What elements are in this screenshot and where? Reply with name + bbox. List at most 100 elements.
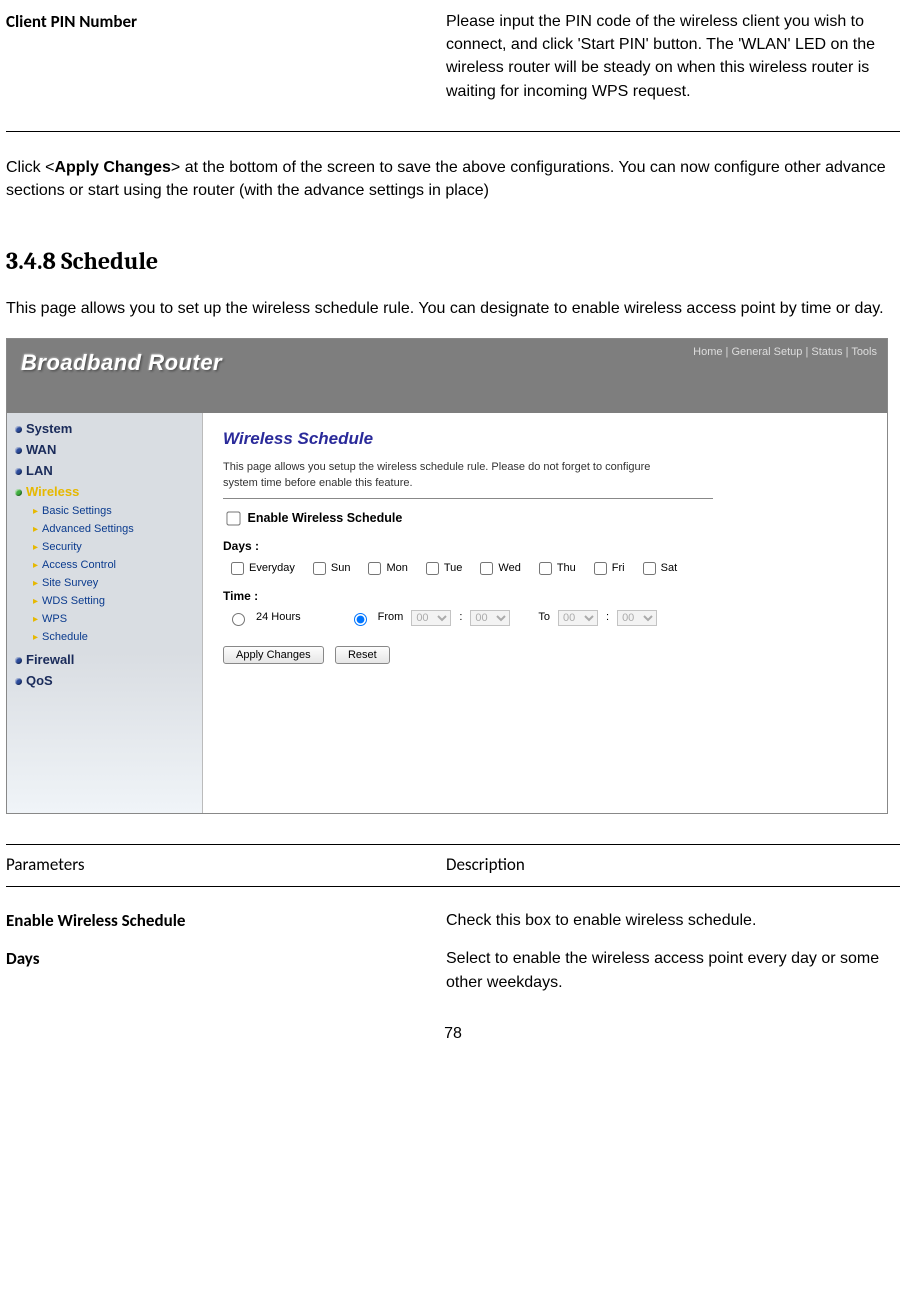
apply-changes-button[interactable]: Apply Changes <box>223 646 324 664</box>
param-desc: Check this box to enable wireless schedu… <box>446 909 900 934</box>
param-desc: Select to enable the wireless access poi… <box>446 947 900 993</box>
nav-sub-basic[interactable]: Basic Settings <box>33 503 202 521</box>
day-checkbox[interactable] <box>594 562 607 575</box>
param-row-days: Days Select to enable the wireless acces… <box>6 947 900 993</box>
nav-main: System WAN LAN Wireless Basic Settings A… <box>7 417 202 692</box>
day-label: Everyday <box>249 561 295 577</box>
nav-label: QoS <box>26 673 53 688</box>
nav-sub-access[interactable]: Access Control <box>33 557 202 575</box>
nav-item-lan[interactable]: LAN <box>15 461 202 482</box>
nav-item-firewall[interactable]: Firewall <box>15 650 202 671</box>
router-content: Wireless Schedule This page allows you s… <box>203 413 887 813</box>
from-min-select[interactable]: 00 <box>470 610 510 626</box>
day-label: Thu <box>557 561 576 577</box>
bullet-icon <box>15 678 22 685</box>
day-sun: Sun <box>309 559 351 578</box>
nav-sub-security[interactable]: Security <box>33 539 202 557</box>
day-label: Tue <box>444 561 463 577</box>
section-heading-schedule: 3.4.8 Schedule <box>6 244 900 279</box>
day-label: Sat <box>661 561 678 577</box>
enable-label: Enable Wireless Schedule <box>247 511 402 525</box>
time-label: Time : <box>223 588 867 605</box>
colon: : <box>459 610 462 626</box>
nav-sub-wireless: Basic Settings Advanced Settings Securit… <box>33 503 202 647</box>
nav-sub-wds[interactable]: WDS Setting <box>33 593 202 611</box>
time-24-radio[interactable] <box>232 613 245 626</box>
time-row: 24 Hours From 00 : 00 To 00 : 00 <box>227 610 867 626</box>
router-sidebar: System WAN LAN Wireless Basic Settings A… <box>7 413 203 813</box>
day-checkbox[interactable] <box>231 562 244 575</box>
col-header-description: Description <box>446 853 900 878</box>
param-row-client-pin: Client PIN Number Please input the PIN c… <box>6 10 900 103</box>
time-from-radio[interactable] <box>354 613 367 626</box>
day-checkbox[interactable] <box>313 562 326 575</box>
day-checkbox[interactable] <box>643 562 656 575</box>
bullet-icon <box>15 468 22 475</box>
from-hour-select[interactable]: 00 <box>411 610 451 626</box>
time-to-label: To <box>538 610 550 626</box>
bullet-icon <box>15 447 22 454</box>
bullet-icon <box>15 489 22 496</box>
apply-note-prefix: Click < <box>6 159 54 176</box>
col-header-parameters: Parameters <box>6 853 446 878</box>
bullet-icon <box>15 426 22 433</box>
day-checkbox[interactable] <box>480 562 493 575</box>
day-checkbox[interactable] <box>426 562 439 575</box>
nav-item-wan[interactable]: WAN <box>15 440 202 461</box>
page-number: 78 <box>6 1022 900 1045</box>
nav-item-wireless[interactable]: Wireless Basic Settings Advanced Setting… <box>15 482 202 650</box>
to-hour-select[interactable]: 00 <box>558 610 598 626</box>
router-body: System WAN LAN Wireless Basic Settings A… <box>7 413 887 813</box>
apply-changes-note: Click <Apply Changes> at the bottom of t… <box>6 156 900 202</box>
nav-label: Firewall <box>26 652 74 667</box>
nav-label: System <box>26 421 72 436</box>
to-min-select[interactable]: 00 <box>617 610 657 626</box>
day-tue: Tue <box>422 559 463 578</box>
nav-item-system[interactable]: System <box>15 419 202 440</box>
section-intro: This page allows you to set up the wirel… <box>6 297 900 320</box>
day-everyday: Everyday <box>227 559 295 578</box>
colon: : <box>606 610 609 626</box>
enable-row: Enable Wireless Schedule <box>223 509 867 528</box>
days-row: Everyday Sun Mon Tue Wed Thu Fri Sat <box>227 559 867 578</box>
nav-sub-advanced[interactable]: Advanced Settings <box>33 521 202 539</box>
param-row-enable: Enable Wireless Schedule Check this box … <box>6 909 900 934</box>
router-screenshot: Broadband Router Home | General Setup | … <box>6 338 888 814</box>
day-label: Wed <box>498 561 520 577</box>
section-divider <box>6 131 900 132</box>
day-label: Sun <box>331 561 351 577</box>
param-label: Enable Wireless Schedule <box>6 909 446 934</box>
panel-title: Wireless Schedule <box>223 427 867 452</box>
bullet-icon <box>15 657 22 664</box>
apply-note-bold: Apply Changes <box>54 159 170 176</box>
nav-label: Wireless <box>26 484 79 499</box>
button-row: Apply Changes Reset <box>223 646 867 664</box>
day-fri: Fri <box>590 559 625 578</box>
time-from-label: From <box>378 610 404 626</box>
enable-wireless-schedule-checkbox[interactable] <box>226 511 240 525</box>
time-24-label: 24 Hours <box>256 610 301 626</box>
day-checkbox[interactable] <box>368 562 381 575</box>
param-label: Days <box>6 947 446 993</box>
panel-divider <box>223 498 713 499</box>
nav-sub-survey[interactable]: Site Survey <box>33 575 202 593</box>
day-sat: Sat <box>639 559 678 578</box>
day-wed: Wed <box>476 559 520 578</box>
router-header: Broadband Router Home | General Setup | … <box>7 339 887 413</box>
day-thu: Thu <box>535 559 576 578</box>
days-label: Days : <box>223 538 867 555</box>
reset-button[interactable]: Reset <box>335 646 390 664</box>
nav-label: LAN <box>26 463 53 478</box>
router-top-links[interactable]: Home | General Setup | Status | Tools <box>693 345 877 361</box>
nav-item-qos[interactable]: QoS <box>15 671 202 692</box>
nav-label: WAN <box>26 442 56 457</box>
param-desc: Please input the PIN code of the wireles… <box>446 10 900 103</box>
nav-sub-schedule[interactable]: Schedule <box>33 629 202 647</box>
panel-desc: This page allows you setup the wireless … <box>223 460 683 492</box>
nav-sub-wps[interactable]: WPS <box>33 611 202 629</box>
table-top-rule <box>6 844 900 845</box>
day-checkbox[interactable] <box>539 562 552 575</box>
day-label: Fri <box>612 561 625 577</box>
param-label: Client PIN Number <box>6 10 446 103</box>
day-label: Mon <box>386 561 407 577</box>
